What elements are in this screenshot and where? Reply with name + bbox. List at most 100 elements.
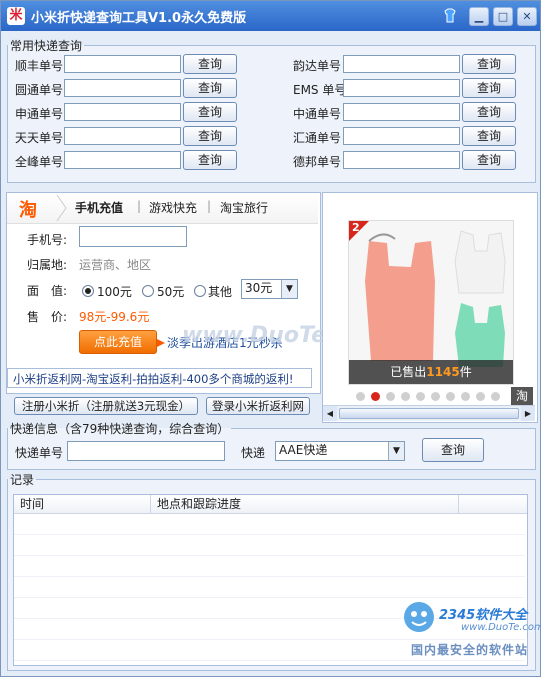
- tab-game-recharge[interactable]: 游戏快充: [149, 199, 197, 216]
- tt-input[interactable]: [64, 127, 181, 145]
- yt-query-button[interactable]: 查询: [183, 78, 237, 98]
- carousel-dot[interactable]: [461, 392, 470, 401]
- sf-input[interactable]: [64, 55, 181, 73]
- db-label: 德邦单号: [293, 155, 342, 169]
- carousel-dot[interactable]: [416, 392, 425, 401]
- sold-prefix: 已售出: [390, 365, 427, 379]
- radio-other-label: 其他: [208, 285, 233, 299]
- ems-input[interactable]: [343, 79, 460, 97]
- sf-query-button[interactable]: 查询: [183, 54, 237, 74]
- scroll-thumb[interactable]: [339, 408, 519, 419]
- express-query-button[interactable]: 查询: [422, 438, 484, 462]
- express-info-legend: 快递信息（含79种快递查询，综合查询）: [10, 422, 230, 436]
- ht-label: 汇通单号: [293, 131, 342, 145]
- tab-taobao-travel[interactable]: 淘宝旅行: [220, 199, 268, 216]
- scroll-right-icon[interactable]: ▶: [521, 406, 535, 421]
- yd-input[interactable]: [343, 55, 460, 73]
- express-company-value: AAE快递: [279, 443, 328, 457]
- sold-count-bar: 已售出1145件: [349, 360, 513, 384]
- table-row: [14, 535, 525, 556]
- sold-suffix: 件: [459, 365, 472, 379]
- qf-input[interactable]: [64, 151, 181, 169]
- tt-query-button[interactable]: 查询: [183, 126, 237, 146]
- window-title: 小米折快递查询工具V1.0永久免费版: [31, 11, 247, 26]
- st-query-button[interactable]: 查询: [183, 102, 237, 122]
- carousel-dot[interactable]: [476, 392, 485, 401]
- taobao-mark: 淘: [511, 387, 533, 405]
- tab-arrow-icon: [55, 193, 69, 223]
- carousel-dot[interactable]: [386, 392, 395, 401]
- zt-query-button[interactable]: 查询: [462, 102, 516, 122]
- common-query-legend: 常用快递查询: [10, 39, 83, 53]
- tab-separator: |: [137, 199, 142, 213]
- ht-input[interactable]: [343, 127, 460, 145]
- skin-icon[interactable]: [441, 7, 459, 24]
- db-input[interactable]: [343, 151, 460, 169]
- phone-input[interactable]: [79, 226, 187, 247]
- express-company-select[interactable]: AAE快递 ▼: [275, 441, 405, 461]
- promo-arrow-icon: [157, 336, 165, 347]
- carousel-dot[interactable]: [446, 392, 455, 401]
- tab-phone-recharge[interactable]: 手机充值: [75, 199, 123, 216]
- close-button[interactable]: ✕: [517, 7, 537, 26]
- tab-separator: |: [207, 199, 212, 213]
- col-time-header[interactable]: 时间: [14, 495, 151, 513]
- other-amount-select[interactable]: 30元 ▼: [241, 279, 298, 299]
- dropdown-arrow-icon: ▼: [388, 442, 404, 460]
- yd-label: 韵达单号: [293, 59, 342, 73]
- ems-query-button[interactable]: 查询: [462, 78, 516, 98]
- register-button[interactable]: 注册小米折（注册就送3元现金）: [14, 397, 198, 415]
- radio-100[interactable]: [82, 285, 94, 297]
- qf-label: 全峰单号: [15, 155, 64, 169]
- slogan-watermark: 国内最安全的软件站: [411, 643, 529, 657]
- yd-query-button[interactable]: 查询: [462, 54, 516, 74]
- express-number-input[interactable]: [67, 441, 225, 461]
- scroll-left-icon[interactable]: ◀: [323, 406, 337, 421]
- carousel-dot[interactable]: [401, 392, 410, 401]
- radio-other[interactable]: [194, 285, 206, 297]
- radio-50[interactable]: [142, 285, 154, 297]
- zt-input[interactable]: [343, 103, 460, 121]
- recharge-ad-panel: 淘 手机充值 | 游戏快充 | 淘宝旅行 手机号: 归属地: 运营商、地区 面 …: [6, 192, 386, 394]
- express-company-label: 快递: [241, 446, 266, 460]
- carousel-dot[interactable]: [491, 392, 500, 401]
- url-watermark: www.DuoTe.com: [461, 622, 541, 633]
- login-button[interactable]: 登录小米折返利网: [206, 397, 310, 415]
- qf-query-button[interactable]: 查询: [183, 150, 237, 170]
- yt-input[interactable]: [64, 79, 181, 97]
- maximize-button[interactable]: □: [493, 7, 513, 26]
- yt-label: 圆通单号: [15, 83, 64, 97]
- sf-label: 顺丰单号: [15, 59, 64, 73]
- phone-label: 手机号:: [27, 233, 68, 247]
- app-window: 米 小米折快递查询工具V1.0永久免费版 ▁ □ ✕ 常用快递查询 顺丰单号 查…: [0, 0, 541, 677]
- product-image[interactable]: 2 已售出1145件: [348, 220, 514, 385]
- app-logo-icon: 米: [7, 7, 25, 25]
- product-ad-panel: 2 已售出1145件 淘 ◀ ▶: [322, 192, 538, 423]
- carousel-dot-active[interactable]: [371, 392, 380, 401]
- title-bar: 米 小米折快递查询工具V1.0永久免费版 ▁ □ ✕: [1, 1, 540, 31]
- carousel-dot[interactable]: [431, 392, 440, 401]
- col-progress-header[interactable]: 地点和跟踪进度: [151, 495, 459, 513]
- region-placeholder: 运营商、地区: [79, 258, 152, 272]
- st-label: 申通单号: [15, 107, 64, 121]
- product-scrollbar[interactable]: ◀ ▶: [323, 405, 535, 421]
- express-number-label: 快递单号: [15, 446, 64, 460]
- ht-query-button[interactable]: 查询: [462, 126, 516, 146]
- table-row: [14, 577, 525, 598]
- st-input[interactable]: [64, 103, 181, 121]
- mascot-icon: [401, 599, 437, 635]
- rank-badge-number: 2: [352, 221, 360, 234]
- region-label: 归属地:: [27, 258, 68, 272]
- rebate-banner[interactable]: 小米折返利网-淘宝返利-拍拍返利-400多个商城的返利!: [7, 368, 312, 388]
- radio-50-label: 50元: [157, 285, 185, 299]
- radio-100-label: 100元: [97, 285, 132, 299]
- face-value-label: 面 值:: [27, 284, 68, 298]
- taobao-logo: 淘: [19, 200, 37, 221]
- table-row: [14, 556, 525, 577]
- carousel-dot[interactable]: [356, 392, 365, 401]
- table-row: [14, 514, 525, 535]
- charge-button[interactable]: 点此充值: [79, 330, 157, 354]
- price-value: 98元-99.6元: [79, 310, 150, 324]
- db-query-button[interactable]: 查询: [462, 150, 516, 170]
- minimize-button[interactable]: ▁: [469, 7, 489, 26]
